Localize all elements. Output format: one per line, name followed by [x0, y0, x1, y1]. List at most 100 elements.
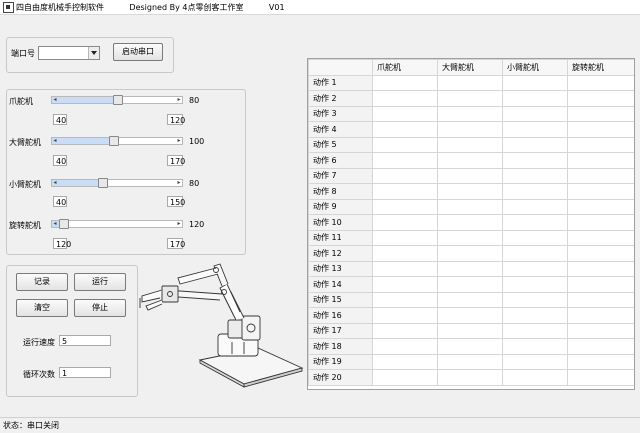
table-cell[interactable]: [437, 276, 503, 293]
table-row[interactable]: 动作 4: [308, 121, 634, 138]
table-cell[interactable]: [372, 276, 438, 293]
arrow-left-icon[interactable]: ◂: [52, 220, 58, 227]
table-row[interactable]: 动作 2: [308, 90, 634, 107]
table-cell[interactable]: [372, 245, 438, 262]
table-cell[interactable]: [437, 90, 503, 107]
port-select[interactable]: [38, 46, 100, 60]
table-cell[interactable]: [502, 105, 568, 122]
table-cell[interactable]: [372, 369, 438, 386]
table-cell[interactable]: [567, 276, 634, 293]
table-cell[interactable]: [372, 353, 438, 370]
table-row[interactable]: 动作 17: [308, 322, 634, 339]
table-cell[interactable]: [502, 353, 568, 370]
arrow-right-icon[interactable]: ▸: [176, 220, 182, 227]
table-row[interactable]: 动作 11: [308, 229, 634, 246]
table-cell[interactable]: [502, 369, 568, 386]
slider-thumb[interactable]: [113, 95, 123, 105]
table-cell[interactable]: [372, 291, 438, 308]
table-cell[interactable]: [437, 152, 503, 169]
table-cell[interactable]: [372, 105, 438, 122]
table-row[interactable]: 动作 18: [308, 338, 634, 355]
table-cell[interactable]: [502, 136, 568, 153]
table-cell[interactable]: [502, 307, 568, 324]
start-serial-button[interactable]: 启动串口: [113, 43, 163, 61]
table-cell[interactable]: [372, 183, 438, 200]
table-cell[interactable]: [437, 167, 503, 184]
action-table[interactable]: 爪舵机 大臂舵机 小臂舵机 旋转舵机 动作 1 动作 2 动作 3 动作 4 动作 5 动作 6…: [307, 58, 635, 390]
table-row[interactable]: 动作 1: [308, 74, 634, 91]
table-cell[interactable]: [502, 214, 568, 231]
servo-slider[interactable]: ◂ ▸: [51, 136, 183, 146]
table-cell[interactable]: [437, 338, 503, 355]
table-cell[interactable]: [437, 260, 503, 277]
table-cell[interactable]: [437, 291, 503, 308]
table-row[interactable]: 动作 9: [308, 198, 634, 215]
table-cell[interactable]: [502, 74, 568, 91]
table-cell[interactable]: [437, 245, 503, 262]
table-cell[interactable]: [437, 322, 503, 339]
table-cell[interactable]: [502, 260, 568, 277]
table-cell[interactable]: [567, 152, 634, 169]
servo-slider[interactable]: ◂ ▸: [51, 178, 183, 188]
table-cell[interactable]: [567, 90, 634, 107]
table-cell[interactable]: [372, 152, 438, 169]
servo-max-input[interactable]: 170: [167, 238, 185, 249]
table-cell[interactable]: [437, 198, 503, 215]
table-cell[interactable]: [567, 229, 634, 246]
slider-thumb[interactable]: [108, 136, 119, 146]
table-row[interactable]: 动作 16: [308, 307, 634, 324]
table-cell[interactable]: [567, 167, 634, 184]
table-cell[interactable]: [372, 167, 438, 184]
table-cell[interactable]: [567, 353, 634, 370]
table-cell[interactable]: [567, 121, 634, 138]
table-cell[interactable]: [502, 90, 568, 107]
table-row[interactable]: 动作 10: [308, 214, 634, 231]
table-cell[interactable]: [372, 214, 438, 231]
servo-min-input[interactable]: 40: [53, 114, 67, 125]
table-cell[interactable]: [502, 229, 568, 246]
table-cell[interactable]: [502, 198, 568, 215]
arrow-right-icon[interactable]: ▸: [176, 179, 182, 186]
stop-button[interactable]: 停止: [74, 299, 126, 317]
chevron-down-icon[interactable]: [88, 47, 99, 59]
servo-max-input[interactable]: 120: [167, 114, 185, 125]
speed-input[interactable]: 5: [59, 335, 111, 346]
arrow-right-icon[interactable]: ▸: [176, 96, 182, 103]
servo-min-input[interactable]: 120: [53, 238, 71, 249]
table-row[interactable]: 动作 15: [308, 291, 634, 308]
arrow-left-icon[interactable]: ◂: [52, 96, 58, 103]
servo-slider[interactable]: ◂ ▸: [51, 219, 183, 229]
table-cell[interactable]: [437, 307, 503, 324]
table-cell[interactable]: [567, 369, 634, 386]
table-cell[interactable]: [502, 152, 568, 169]
servo-slider[interactable]: ◂ ▸: [51, 95, 183, 105]
table-row[interactable]: 动作 12: [308, 245, 634, 262]
run-button[interactable]: 运行: [74, 273, 126, 291]
table-cell[interactable]: [437, 121, 503, 138]
table-row[interactable]: 动作 20: [308, 369, 634, 386]
table-cell[interactable]: [502, 183, 568, 200]
table-cell[interactable]: [567, 245, 634, 262]
slider-thumb[interactable]: [59, 219, 69, 229]
table-cell[interactable]: [372, 229, 438, 246]
table-row[interactable]: 动作 13: [308, 260, 634, 277]
table-cell[interactable]: [502, 322, 568, 339]
table-cell[interactable]: [372, 121, 438, 138]
arrow-left-icon[interactable]: ◂: [52, 179, 58, 186]
table-cell[interactable]: [502, 121, 568, 138]
table-cell[interactable]: [437, 229, 503, 246]
table-cell[interactable]: [437, 353, 503, 370]
table-cell[interactable]: [437, 136, 503, 153]
table-cell[interactable]: [372, 307, 438, 324]
servo-max-input[interactable]: 170: [167, 155, 185, 166]
servo-min-input[interactable]: 40: [53, 155, 67, 166]
record-button[interactable]: 记录: [16, 273, 68, 291]
servo-max-input[interactable]: 150: [167, 196, 185, 207]
table-cell[interactable]: [567, 136, 634, 153]
arrow-left-icon[interactable]: ◂: [52, 137, 58, 144]
table-row[interactable]: 动作 14: [308, 276, 634, 293]
table-row[interactable]: 动作 7: [308, 167, 634, 184]
table-cell[interactable]: [437, 214, 503, 231]
table-row[interactable]: 动作 19: [308, 353, 634, 370]
table-cell[interactable]: [567, 198, 634, 215]
